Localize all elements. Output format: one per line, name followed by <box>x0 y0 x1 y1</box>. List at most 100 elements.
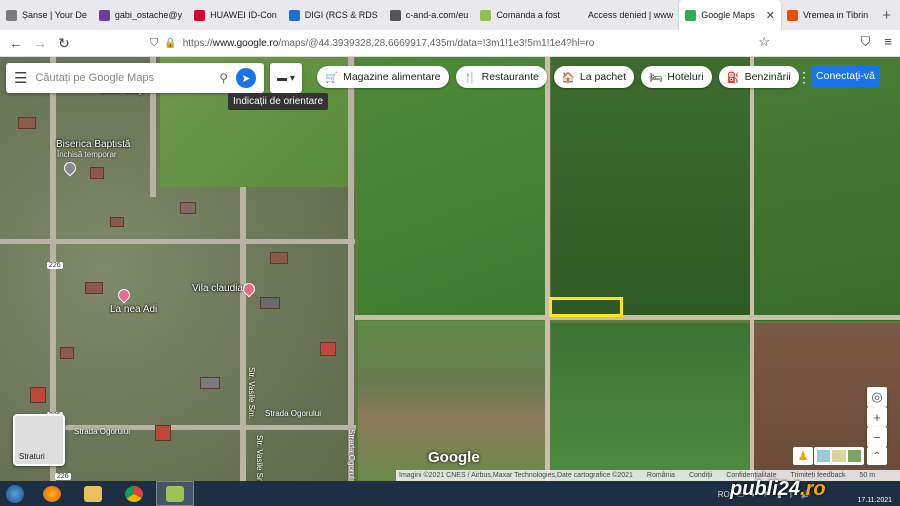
terms-link[interactable]: Condiții <box>689 472 712 479</box>
browser-tab-bar: Șanse | Your De gabi_ostache@y HUAWEI ID-C… <box>0 0 900 30</box>
search-input[interactable]: Căutați pe Google Maps <box>35 72 211 84</box>
language-indicator[interactable]: RO <box>718 490 730 499</box>
layer-toggle-icon: ▬ ▾ <box>277 72 295 84</box>
road-village-h1 <box>0 239 355 244</box>
place-label-vila[interactable]: Vila claudia <box>192 283 243 294</box>
tab-label: DIGI (RCS & RDS <box>304 10 378 20</box>
category-chip[interactable]: 🏠 La pachet <box>553 66 635 88</box>
scale-label[interactable]: 50 m <box>859 472 875 479</box>
highlighted-plot-marker <box>549 297 623 317</box>
place-label-shop[interactable]: La nea Adi <box>110 304 157 315</box>
my-location-icon[interactable]: ◎ <box>867 387 887 407</box>
directions-icon[interactable]: ➤ <box>236 68 256 88</box>
road-village-4 <box>348 57 354 481</box>
house <box>155 425 171 441</box>
map-search-box[interactable]: ☰ Căutați pe Google Maps ⚲ ➤ <box>6 63 264 93</box>
road-village-2 <box>240 187 246 481</box>
tab-label: c-and-a.com/eu <box>405 10 469 20</box>
imagery-thumbnails[interactable] <box>814 447 864 465</box>
browser-tab[interactable]: gabi_ostache@y <box>93 0 188 30</box>
bookmark-star-icon[interactable]: ☆ <box>758 34 770 50</box>
browser-tab[interactable]: DIGI (RCS & RDS <box>283 0 384 30</box>
browser-tab[interactable]: Google Maps ✕ <box>679 0 781 30</box>
close-tab-icon[interactable]: ✕ <box>766 9 775 22</box>
taskbar-app[interactable] <box>156 481 194 506</box>
satellite-map[interactable]: Casa Gary Biserica Baptistă Închisă temp… <box>0 57 900 481</box>
tab-label: gabi_ostache@y <box>114 10 183 20</box>
country-link[interactable]: România <box>647 472 675 479</box>
taskbar-chrome[interactable] <box>115 481 153 506</box>
road-vertical-1 <box>545 57 550 481</box>
house <box>200 377 220 389</box>
field-center <box>358 57 548 315</box>
pegman-icon[interactable]: ♟ <box>793 447 813 465</box>
tab-favicon-icon <box>288 9 300 21</box>
house <box>30 387 46 403</box>
reload-icon[interactable]: ↻ <box>52 35 76 52</box>
shield-icon[interactable]: ⛉ <box>150 37 158 50</box>
browser-tab[interactable]: c-and-a.com/eu <box>384 0 475 30</box>
clock[interactable]: 17.11.2021 <box>857 496 892 505</box>
tab-favicon-icon <box>194 9 206 21</box>
url-text[interactable]: https://www.google.ro/maps/@44.3939328,2… <box>183 38 595 49</box>
house <box>18 117 36 129</box>
expand-icon[interactable]: ⌃ <box>867 447 887 465</box>
hamburger-menu-icon[interactable]: ☰ <box>14 69 27 87</box>
taskbar-explorer[interactable] <box>74 481 112 506</box>
chrome-icon <box>125 485 143 502</box>
tab-label: Access denied | www <box>587 10 674 20</box>
tab-label: Comanda a fost <box>496 10 560 20</box>
taskbar-firefox[interactable] <box>33 481 71 506</box>
browser-tab[interactable]: Access denied | www <box>566 0 679 30</box>
watermark: publi24.ro <box>730 478 826 500</box>
directions-tooltip: Indicații de orientare <box>228 93 329 110</box>
layer-toggle-button[interactable]: ▬ ▾ <box>270 63 302 93</box>
chip-icon: 🏠 <box>561 71 575 84</box>
road-vertical-2 <box>750 57 754 481</box>
browser-tab[interactable]: Vremea in Tibrin <box>781 0 874 30</box>
zoom-out-button[interactable]: − <box>867 427 887 447</box>
forward-icon[interactable]: → <box>28 35 52 51</box>
address-bar[interactable]: ⛉ 🔒 https://www.google.ro/maps/@44.39393… <box>150 33 775 54</box>
chip-label: Magazine alimentare <box>343 71 441 83</box>
chip-icon: ⛽ <box>726 71 740 84</box>
field-center-right <box>551 57 751 319</box>
house <box>180 202 196 214</box>
new-tab-button[interactable]: + <box>882 7 891 24</box>
chip-icon: 🍴 <box>463 71 477 84</box>
search-icon[interactable]: ⚲ <box>219 71 228 85</box>
tab-favicon-icon <box>480 9 492 21</box>
browser-tab[interactable]: Șanse | Your De <box>0 0 93 30</box>
house <box>320 342 336 356</box>
house <box>260 297 280 309</box>
tab-favicon-icon <box>786 9 798 21</box>
place-label-church[interactable]: Biserica Baptistă <box>56 139 130 150</box>
chip-label: Hoteluri <box>667 71 704 83</box>
lock-icon[interactable]: 🔒 <box>164 38 176 49</box>
browser-nav-bar: ← → ↻ ⛉ 🔒 https://www.google.ro/maps/@44… <box>0 30 900 57</box>
tab-favicon-icon <box>685 9 697 21</box>
tab-favicon-icon <box>6 9 17 21</box>
chip-label: Restaurante <box>481 71 539 83</box>
street-label: Str. Vasile Sm. <box>247 367 256 419</box>
house <box>85 282 103 294</box>
sign-in-button[interactable]: Conectați-vă <box>811 65 880 87</box>
chip-label: La pachet <box>579 71 627 83</box>
layers-label: Straturi <box>19 452 45 461</box>
folder-icon <box>84 485 102 502</box>
field-right <box>754 57 900 321</box>
browser-tab[interactable]: Comanda a fost <box>474 0 566 30</box>
category-chip[interactable]: 🛒 Magazine alimentare <box>317 66 449 88</box>
menu-icon[interactable]: ≡ <box>884 34 892 50</box>
tab-label: Vremea in Tibrin <box>802 10 869 20</box>
start-button[interactable] <box>0 481 30 506</box>
house <box>90 167 104 179</box>
zoom-in-button[interactable]: + <box>867 407 887 427</box>
layers-button[interactable]: Straturi <box>13 414 65 466</box>
house <box>110 217 124 227</box>
browser-tab[interactable]: HUAWEI ID-Con <box>188 0 283 30</box>
category-chip[interactable]: 🍴 Restaurante <box>455 66 547 88</box>
back-icon[interactable]: ← <box>4 35 28 51</box>
pocket-icon[interactable]: ⛉ <box>861 34 871 50</box>
category-chip[interactable]: 🛏 Hoteluri <box>641 66 712 88</box>
